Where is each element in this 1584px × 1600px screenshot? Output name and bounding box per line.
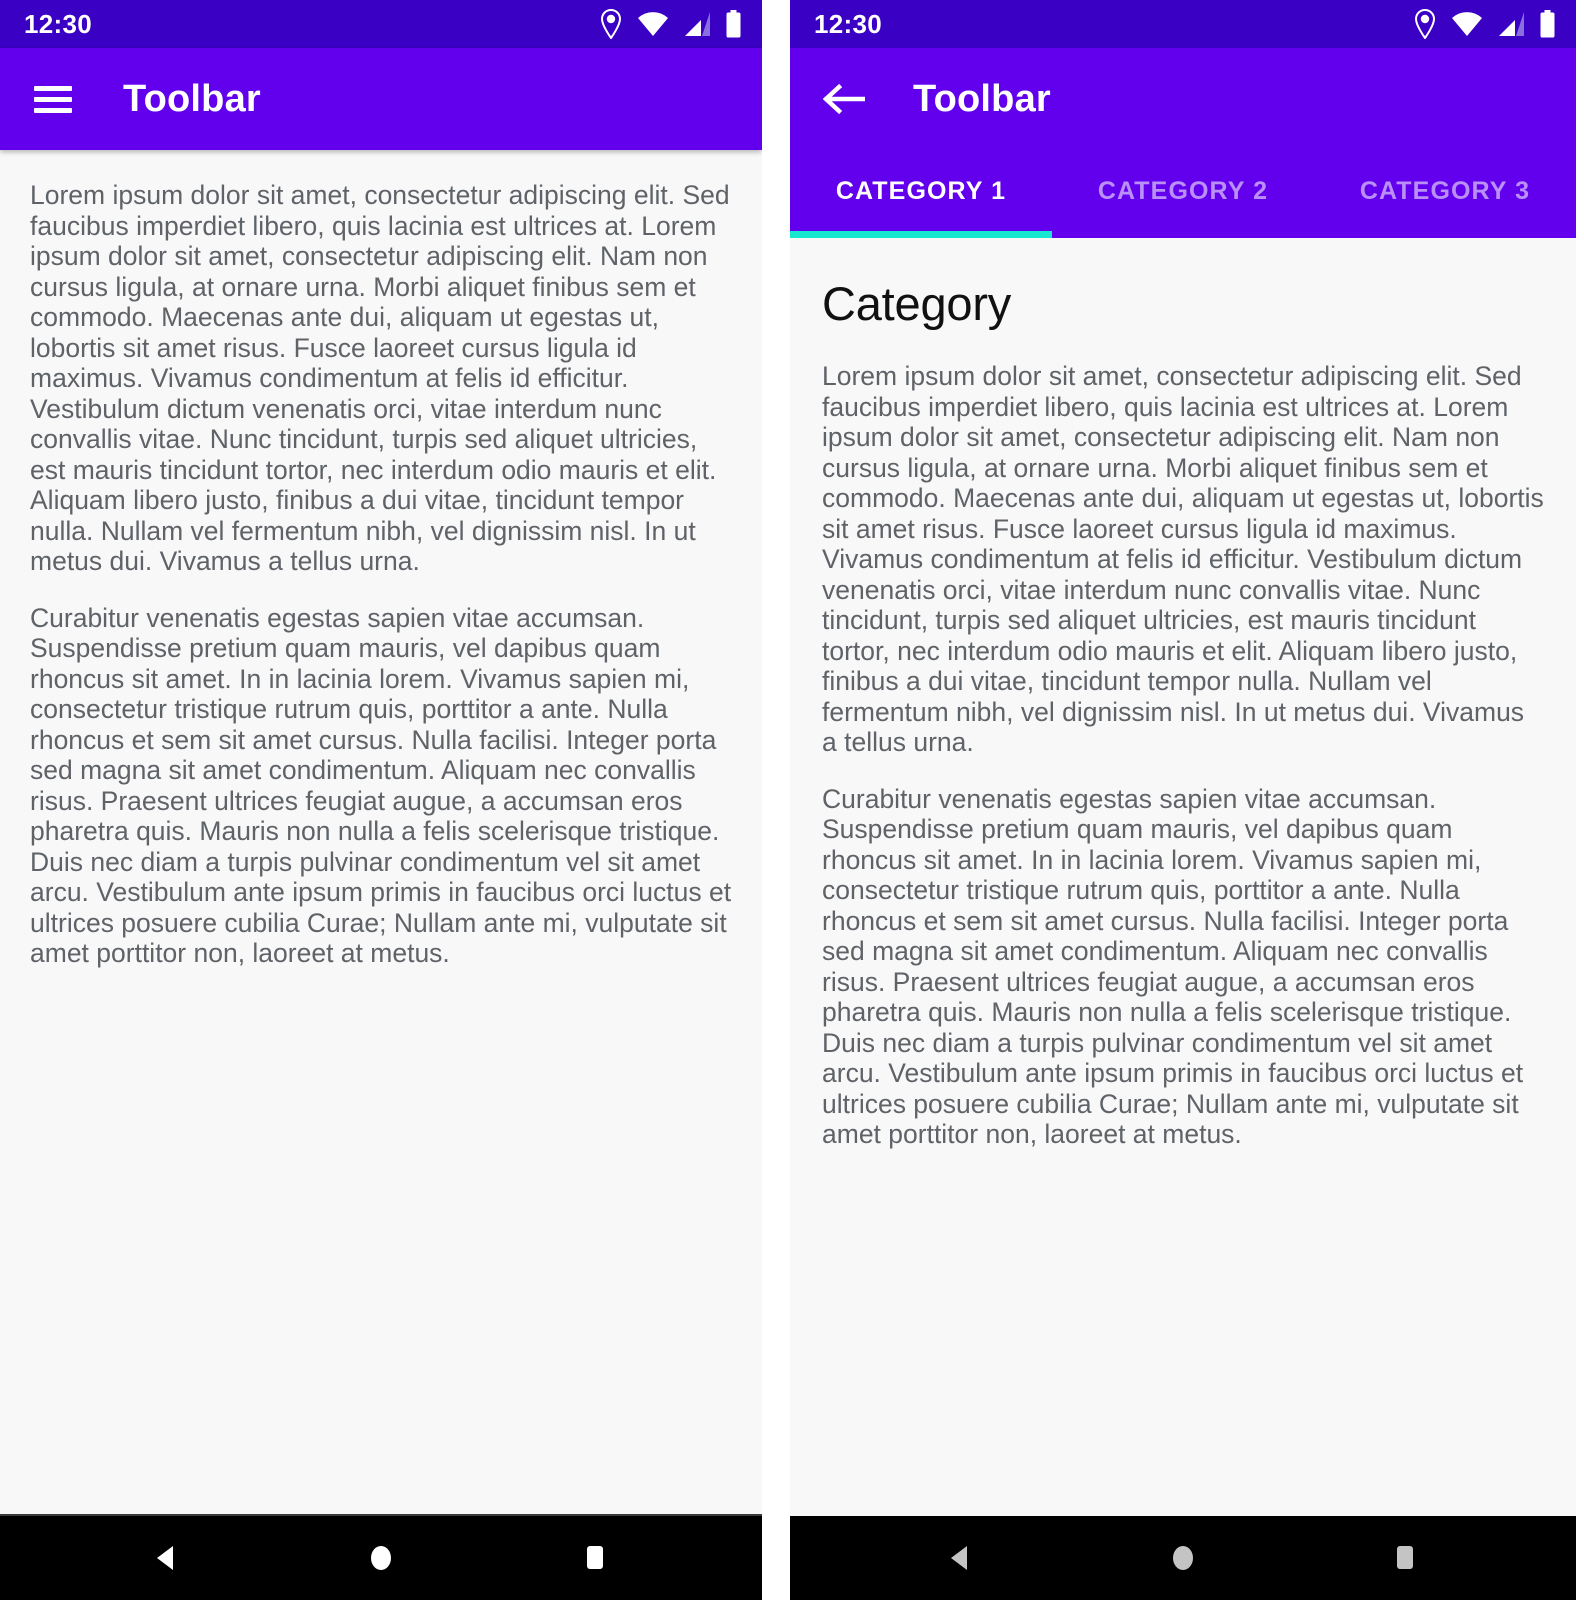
android-navigation-bar [790, 1516, 1576, 1600]
app-toolbar: Toolbar [0, 48, 762, 150]
phone-left: 12:30 Toolbar Lorem ipsum dolor sit amet… [0, 0, 762, 1600]
status-bar-icons [1413, 9, 1556, 39]
body-paragraph-1: Lorem ipsum dolor sit amet, consectetur … [30, 180, 730, 576]
back-arrow-icon [822, 83, 865, 115]
content-area: Category Lorem ipsum dolor sit amet, con… [790, 238, 1576, 1516]
nav-home-button[interactable] [1138, 1528, 1228, 1588]
location-pin-icon [1413, 9, 1437, 39]
body-paragraph-1: Lorem ipsum dolor sit amet, consectetur … [822, 361, 1544, 757]
panel-gap [762, 0, 790, 1600]
wifi-icon [1451, 11, 1483, 37]
page-title: Category [822, 277, 1012, 330]
wifi-icon [637, 11, 669, 37]
tab-category-3[interactable]: CATEGORY 3 [1314, 150, 1576, 238]
toolbar-row: Toolbar [0, 48, 762, 150]
location-pin-icon [599, 9, 623, 39]
cell-signal-icon [683, 11, 711, 37]
phone-right: 12:30 Toolbar CATEGORY 1 CATEGORY 2 CATE… [790, 0, 1576, 1600]
app-toolbar: Toolbar CATEGORY 1 CATEGORY 2 CATEGORY 3 [790, 48, 1576, 238]
back-arrow-button[interactable] [815, 71, 871, 127]
dual-phone-screenshot: 12:30 Toolbar Lorem ipsum dolor sit amet… [0, 0, 1584, 1600]
hamburger-menu-icon [34, 80, 72, 119]
android-navigation-bar [0, 1516, 762, 1600]
tab-label: CATEGORY 2 [1097, 176, 1269, 205]
nav-back-button[interactable] [122, 1528, 212, 1588]
tab-bar: CATEGORY 1 CATEGORY 2 CATEGORY 3 [790, 150, 1576, 238]
right-edge-margin [1576, 0, 1584, 1600]
hamburger-menu-button[interactable] [25, 71, 81, 127]
nav-back-button[interactable] [916, 1528, 1006, 1588]
cell-signal-icon [1497, 11, 1525, 37]
nav-recents-button[interactable] [1360, 1528, 1450, 1588]
body-paragraph-2: Curabitur venenatis egestas sapien vitae… [30, 602, 732, 969]
status-bar-time: 12:30 [814, 9, 882, 39]
status-bar-icons [599, 9, 742, 39]
toolbar-row: Toolbar [790, 48, 1576, 150]
nav-home-button[interactable] [336, 1528, 426, 1588]
battery-icon [1539, 10, 1556, 38]
nav-recents-button[interactable] [550, 1528, 640, 1588]
tab-label: CATEGORY 3 [1359, 176, 1531, 205]
tab-label: CATEGORY 1 [835, 176, 1007, 205]
body-paragraph-2: Curabitur venenatis egestas sapien vitae… [822, 783, 1524, 1150]
tab-category-1[interactable]: CATEGORY 1 [790, 150, 1052, 238]
tab-category-2[interactable]: CATEGORY 2 [1052, 150, 1314, 238]
toolbar-title: Toolbar [123, 78, 261, 120]
status-bar: 12:30 [0, 0, 762, 48]
toolbar-title: Toolbar [913, 78, 1051, 120]
content-area: Lorem ipsum dolor sit amet, consectetur … [0, 150, 762, 1514]
status-bar: 12:30 [790, 0, 1576, 48]
battery-icon [725, 10, 742, 38]
status-bar-time: 12:30 [24, 9, 92, 39]
